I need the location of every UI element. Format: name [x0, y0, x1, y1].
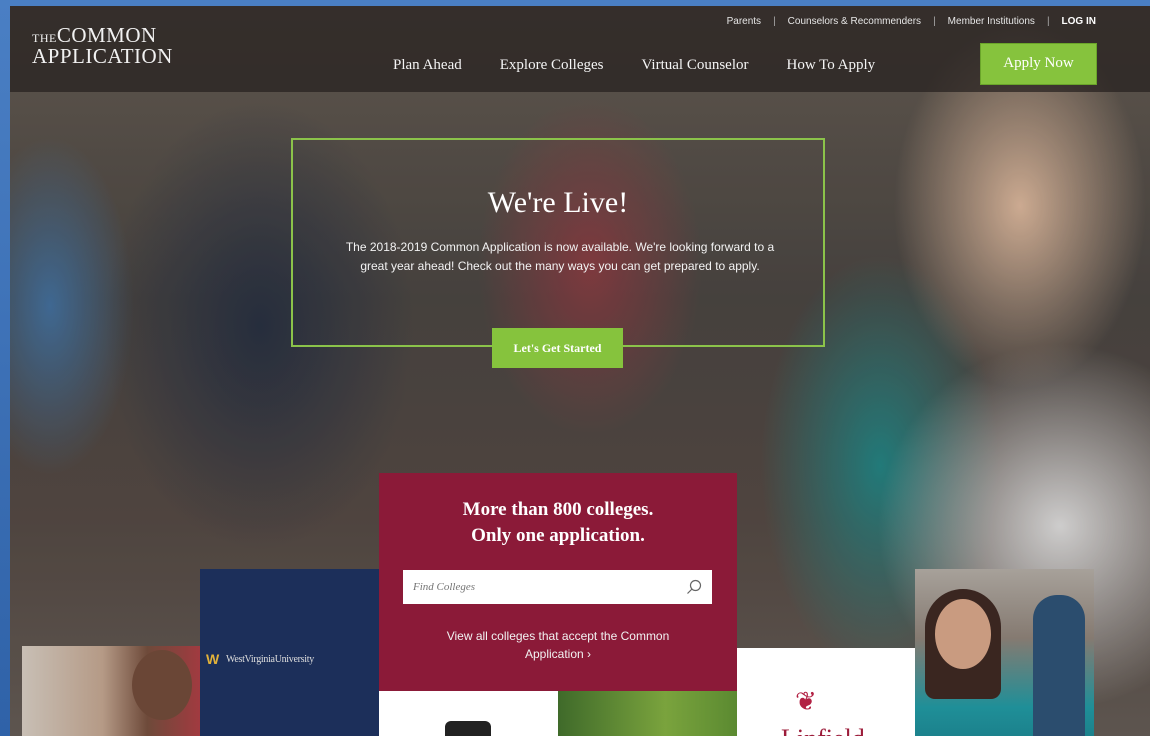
linfield-tile[interactable]: ❦ Linfield	[737, 648, 915, 736]
students-photo-tile[interactable]	[915, 569, 1094, 736]
student-photo-tile[interactable]	[22, 646, 201, 736]
hero-text: The 2018-2019 Common Application is now …	[345, 240, 775, 273]
browser-frame: THECOMMON APPLICATION Parents | Counselo…	[0, 0, 1150, 736]
headline-line-2: Only one application.	[471, 525, 645, 546]
login-link[interactable]: LOG IN	[1062, 16, 1096, 27]
wvu-label: WestVirginiaUniversity	[226, 654, 314, 665]
link-parents[interactable]: Parents	[727, 16, 761, 27]
crest-icon	[445, 721, 491, 736]
lets-get-started-button[interactable]: Let's Get Started	[492, 328, 623, 368]
campus-photo-tile[interactable]	[558, 691, 737, 736]
wvu-tile[interactable]: W WestVirginiaUniversity	[200, 569, 379, 736]
hero-title: We're Live!	[487, 186, 629, 219]
search-icon[interactable]	[686, 579, 702, 595]
apply-now-button[interactable]: Apply Now	[980, 43, 1097, 85]
college-crest-tile[interactable]	[379, 691, 558, 736]
logo-line-2: APPLICATION	[32, 44, 173, 68]
nav-explore-colleges[interactable]: Explore Colleges	[500, 57, 604, 74]
linfield-seal-icon: ❦	[795, 686, 817, 716]
separator: |	[1046, 16, 1050, 27]
college-search-headline: More than 800 colleges. Only one applica…	[379, 497, 737, 549]
utility-links: Parents | Counselors & Recommenders | Me…	[727, 16, 1096, 27]
student-image	[1033, 595, 1085, 736]
nav-virtual-counselor[interactable]: Virtual Counselor	[641, 57, 748, 74]
hero-announcement-box: We're Live! The 2018-2019 Common Applica…	[291, 138, 825, 347]
view-all-colleges-link[interactable]: View all colleges that accept the Common…	[419, 627, 697, 663]
separator: |	[933, 16, 936, 27]
find-colleges-search	[403, 570, 712, 604]
headline-line-1: More than 800 colleges.	[462, 499, 654, 520]
college-search-panel: More than 800 colleges. Only one applica…	[379, 473, 737, 691]
logo-prefix: THE	[32, 31, 57, 45]
linfield-label: Linfield	[781, 724, 865, 736]
link-member-institutions[interactable]: Member Institutions	[948, 16, 1035, 27]
page: THECOMMON APPLICATION Parents | Counselo…	[10, 6, 1150, 736]
student-face-image	[935, 599, 991, 669]
common-app-logo[interactable]: THECOMMON APPLICATION	[32, 25, 173, 68]
link-counselors-recommenders[interactable]: Counselors & Recommenders	[788, 16, 921, 27]
find-colleges-input[interactable]	[403, 570, 673, 604]
header-bar: THECOMMON APPLICATION Parents | Counselo…	[10, 6, 1150, 92]
nav-how-to-apply[interactable]: How To Apply	[786, 57, 875, 74]
student-image	[132, 650, 192, 720]
separator: |	[773, 16, 776, 27]
wvu-logo-icon: W	[206, 651, 220, 667]
main-navigation: Plan Ahead Explore Colleges Virtual Coun…	[393, 57, 913, 74]
nav-plan-ahead[interactable]: Plan Ahead	[393, 57, 462, 74]
